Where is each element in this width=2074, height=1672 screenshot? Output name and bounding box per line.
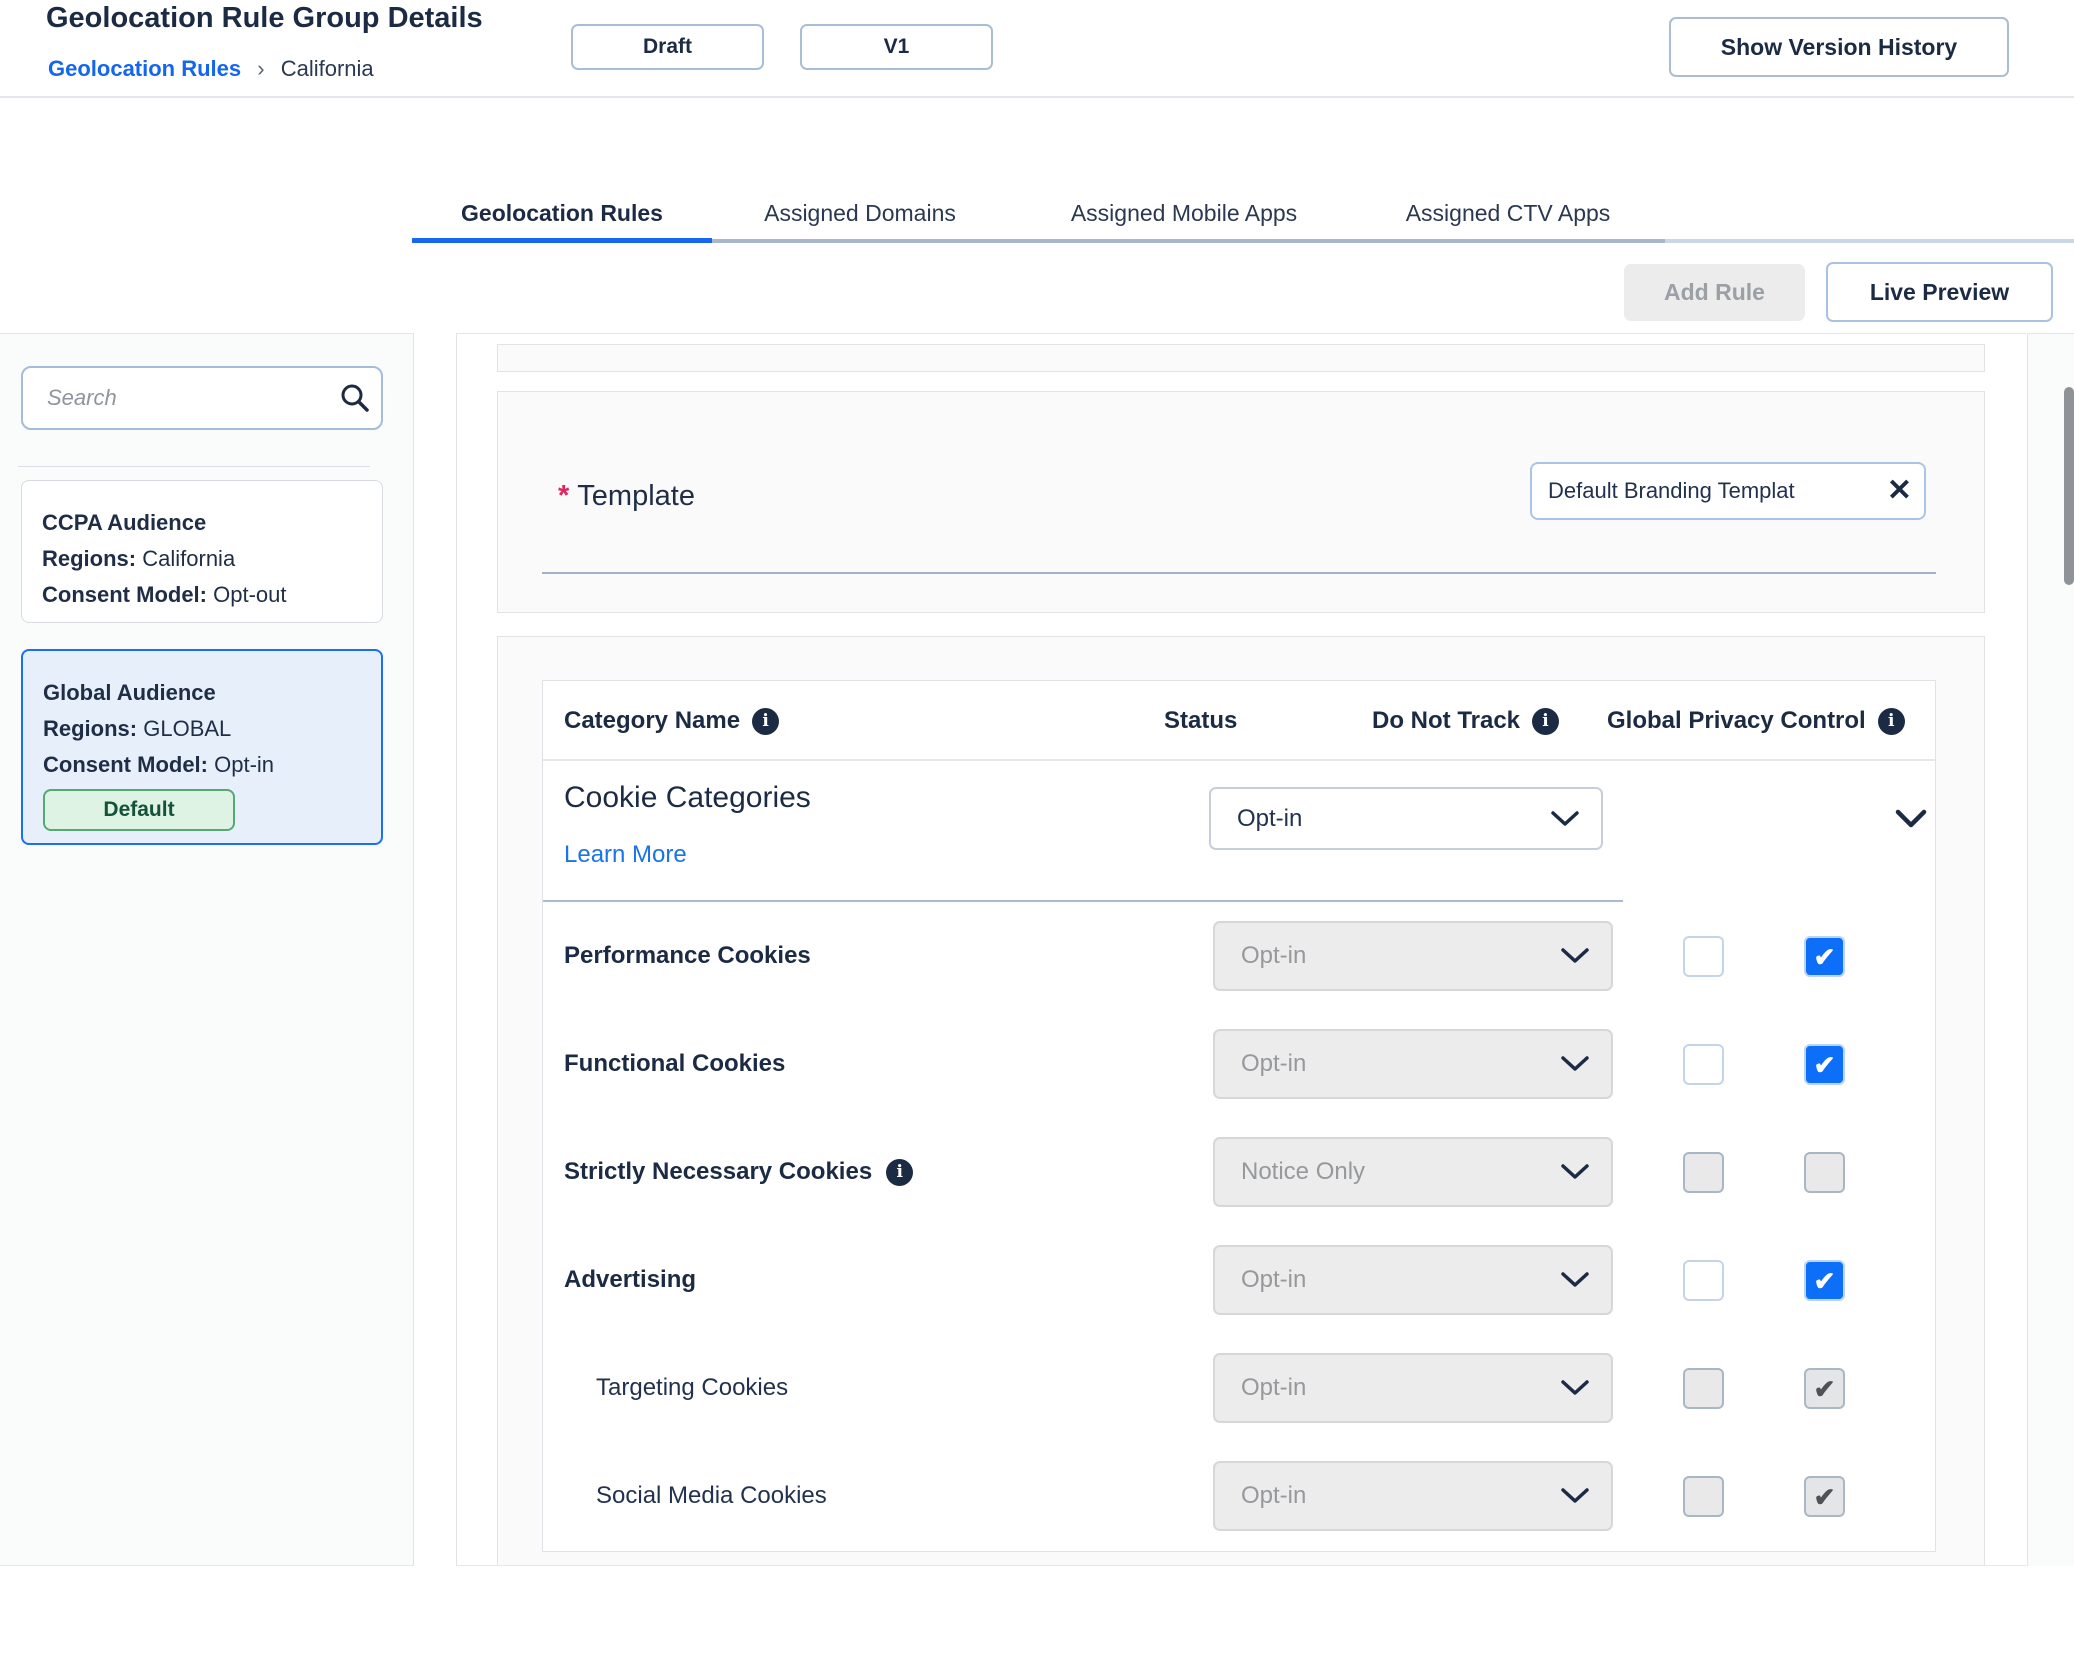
audience-search bbox=[21, 366, 383, 430]
breadcrumb-separator: › bbox=[257, 56, 265, 81]
category-row-social-media-cookies: Social Media Cookies Opt-in ✔ ✔ bbox=[543, 1442, 1935, 1550]
do-not-track-checkbox[interactable]: ✔ bbox=[1683, 1260, 1724, 1301]
page-title: Geolocation Rule Group Details bbox=[46, 2, 483, 34]
global-privacy-control-info-icon[interactable]: i bbox=[1877, 707, 1905, 735]
do-not-track-checkbox[interactable]: ✔ bbox=[1683, 936, 1724, 977]
active-tab-indicator bbox=[412, 238, 712, 243]
geolocation-rule-group-details-page: Geolocation Rule Group Details Geolocati… bbox=[0, 0, 2074, 1672]
default-audience-badge: Default bbox=[43, 789, 235, 831]
show-version-history-button[interactable]: Show Version History bbox=[1669, 17, 2009, 77]
global-privacy-control-checkbox[interactable]: ✔ bbox=[1804, 1044, 1845, 1085]
version-badge: V1 bbox=[800, 24, 993, 70]
chevron-down-icon bbox=[1561, 1272, 1589, 1287]
category-name: Performance Cookies bbox=[564, 942, 811, 969]
column-do-not-track: Do Not Track i bbox=[1372, 681, 1560, 761]
cookie-categories-group-row: Cookie Categories Learn More Opt-in bbox=[543, 761, 1935, 902]
template-chip-value: Default Branding Templat bbox=[1548, 478, 1795, 503]
category-name: Advertising bbox=[564, 1266, 697, 1293]
category-row-strictly-necessary-cookies: Strictly Necessary Cookies i Notice Only… bbox=[543, 1118, 1935, 1226]
category-row-advertising: Advertising Opt-in ✔ ✔ bbox=[543, 1226, 1935, 1334]
category-name: Strictly Necessary Cookies i bbox=[564, 1118, 914, 1226]
tab-assigned-domains[interactable]: Assigned Domains bbox=[712, 188, 1008, 238]
status-select: Opt-in bbox=[1213, 1029, 1613, 1099]
global-privacy-control-checkbox: ✔ bbox=[1804, 1152, 1845, 1193]
template-label: * Template bbox=[558, 480, 695, 512]
do-not-track-checkbox: ✔ bbox=[1683, 1368, 1724, 1409]
chevron-down-icon bbox=[1561, 1488, 1589, 1503]
chevron-down-icon bbox=[1551, 810, 1579, 826]
group-title: Cookie Categories bbox=[564, 781, 811, 814]
footer-action-bar: Cancel Save bbox=[0, 1567, 2074, 1672]
status-select: Opt-in bbox=[1213, 1245, 1613, 1315]
category-name: Social Media Cookies bbox=[596, 1482, 827, 1509]
live-preview-button[interactable]: Live Preview bbox=[1826, 262, 2053, 322]
clear-template-icon[interactable]: ✕ bbox=[1887, 476, 1912, 506]
audience-regions: Regions: California bbox=[42, 546, 236, 571]
tab-strip-divider bbox=[712, 239, 1665, 243]
status-select: Notice Only bbox=[1213, 1137, 1613, 1207]
audience-consent-model: Consent Model: Opt-out bbox=[42, 582, 287, 607]
global-privacy-control-checkbox[interactable]: ✔ bbox=[1804, 936, 1845, 977]
breadcrumb-parent-link[interactable]: Geolocation Rules bbox=[48, 56, 241, 81]
categories-table: Category Name i Status Do Not Track i Gl… bbox=[542, 680, 1936, 1552]
table-header-row: Category Name i Status Do Not Track i Gl… bbox=[543, 681, 1935, 761]
learn-more-link[interactable]: Learn More bbox=[564, 841, 687, 869]
header-divider bbox=[0, 96, 2074, 98]
tab-assigned-ctv-apps[interactable]: Assigned CTV Apps bbox=[1360, 188, 1656, 238]
scrolled-panel-edge bbox=[497, 344, 1985, 372]
tab-strip-divider-right bbox=[1665, 239, 2074, 243]
sidebar-divider bbox=[18, 466, 370, 467]
scrollbar-thumb[interactable] bbox=[2064, 387, 2074, 585]
audience-name: Global Audience bbox=[43, 680, 216, 705]
collapse-group-chevron-icon[interactable] bbox=[1895, 809, 1927, 829]
rule-detail-scroll-area: * Template Default Branding Templat ✕ Cat… bbox=[456, 333, 2026, 1566]
global-privacy-control-checkbox[interactable]: ✔ bbox=[1804, 1260, 1845, 1301]
category-name-info-icon[interactable]: i bbox=[752, 707, 780, 735]
do-not-track-checkbox[interactable]: ✔ bbox=[1683, 1044, 1724, 1085]
category-name: Targeting Cookies bbox=[596, 1374, 789, 1401]
audience-card-global-selected[interactable]: Global Audience Regions: GLOBAL Consent … bbox=[21, 649, 383, 845]
column-category-name: Category Name i bbox=[564, 681, 780, 761]
audience-regions: Regions: GLOBAL bbox=[43, 716, 232, 741]
status-select: Opt-in bbox=[1213, 921, 1613, 991]
breadcrumb-current: California bbox=[280, 56, 374, 81]
column-status: Status bbox=[1164, 707, 1238, 734]
audience-name: CCPA Audience bbox=[42, 510, 207, 535]
template-chip[interactable]: Default Branding Templat ✕ bbox=[1530, 462, 1926, 520]
global-privacy-control-checkbox: ✔ bbox=[1804, 1368, 1845, 1409]
search-icon bbox=[341, 384, 369, 412]
tab-assigned-mobile-apps[interactable]: Assigned Mobile Apps bbox=[1008, 188, 1360, 238]
chevron-down-icon bbox=[1561, 1164, 1589, 1179]
group-status-select[interactable]: Opt-in bbox=[1209, 787, 1603, 850]
audience-sidebar: CCPA Audience Regions: California Consen… bbox=[0, 333, 414, 1566]
do-not-track-checkbox: ✔ bbox=[1683, 1152, 1724, 1193]
search-input[interactable] bbox=[23, 385, 339, 411]
strictly-necessary-info-icon[interactable]: i bbox=[886, 1158, 914, 1186]
chevron-down-icon bbox=[1561, 948, 1589, 963]
chevron-down-icon bbox=[1561, 1380, 1589, 1395]
category-row-functional-cookies: Functional Cookies Opt-in ✔ ✔ bbox=[543, 1010, 1935, 1118]
do-not-track-info-icon[interactable]: i bbox=[1532, 707, 1560, 735]
audience-consent-model: Consent Model: Opt-in bbox=[43, 752, 275, 777]
status-select: Opt-in bbox=[1213, 1353, 1613, 1423]
breadcrumb: Geolocation Rules › California bbox=[48, 56, 374, 82]
category-row-performance-cookies: Performance Cookies Opt-in ✔ ✔ bbox=[543, 902, 1935, 1010]
tab-geolocation-rules[interactable]: Geolocation Rules bbox=[412, 188, 712, 238]
audience-card-ccpa[interactable]: CCPA Audience Regions: California Consen… bbox=[21, 480, 383, 623]
required-marker: * bbox=[558, 480, 570, 512]
categories-section: Category Name i Status Do Not Track i Gl… bbox=[497, 636, 1985, 1565]
chevron-down-icon bbox=[1561, 1056, 1589, 1071]
column-global-privacy-control: Global Privacy Control i bbox=[1607, 681, 1905, 761]
status-select: Opt-in bbox=[1213, 1461, 1613, 1531]
category-name: Functional Cookies bbox=[564, 1050, 786, 1077]
vertical-scrollbar[interactable] bbox=[2027, 333, 2074, 1566]
status-badge: Draft bbox=[571, 24, 764, 70]
category-row-targeting-cookies: Targeting Cookies Opt-in ✔ ✔ bbox=[543, 1334, 1935, 1442]
do-not-track-checkbox: ✔ bbox=[1683, 1476, 1724, 1517]
template-field-underline bbox=[542, 572, 1936, 574]
add-rule-button[interactable]: Add Rule bbox=[1624, 264, 1805, 321]
global-privacy-control-checkbox: ✔ bbox=[1804, 1476, 1845, 1517]
template-section: * Template Default Branding Templat ✕ bbox=[497, 391, 1985, 613]
